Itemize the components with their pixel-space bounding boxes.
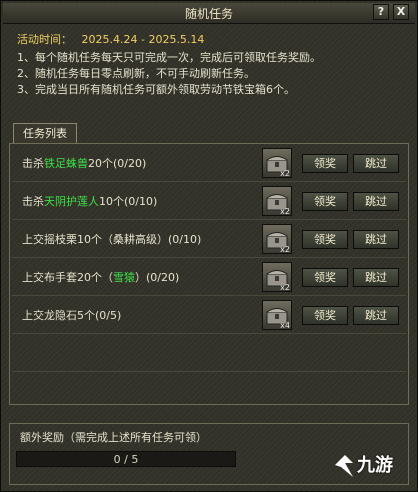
time-label: 活动时间：	[17, 33, 72, 46]
task-row: 上交龙隐石5个(0/5) x4 领奖 跳过	[12, 296, 406, 334]
title-bar[interactable]: 随机任务 ? X	[3, 3, 415, 24]
reward-chest-icon[interactable]: x2	[262, 224, 292, 254]
task-target: 雪猿	[113, 271, 135, 284]
extra-reward-progress: 0 / 5	[16, 451, 236, 467]
task-row: 上交布手套20个（雪猿）(0/20) x2 领奖 跳过	[12, 258, 406, 296]
task-text-prefix: 上交摇枝栗10个（桑耕高级）(0/10)	[22, 233, 202, 246]
task-text-prefix: 击杀	[22, 157, 44, 170]
task-text: 上交摇枝栗10个（桑耕高级）(0/10)	[22, 231, 201, 247]
claim-button[interactable]: 领奖	[302, 268, 348, 287]
extra-reward-label: 额外奖励（需完成上述所有任务可领）	[20, 431, 207, 444]
watermark-logo: 九游	[331, 451, 413, 485]
reward-quantity: x2	[280, 207, 290, 216]
task-target: 铁足蛛兽	[44, 157, 88, 170]
random-task-window: 随机任务 ? X 活动时间： 2025.4.24 - 2025.5.14 1、每…	[0, 0, 418, 492]
task-row: 击杀铁足蛛兽20个(0/20) x2 领奖 跳过	[12, 144, 406, 182]
claim-button[interactable]: 领奖	[302, 154, 348, 173]
task-list: 击杀铁足蛛兽20个(0/20) x2 领奖 跳过 击杀天阴护莲人10个(0/10…	[9, 143, 409, 405]
skip-button[interactable]: 跳过	[353, 268, 399, 287]
reward-quantity: x2	[280, 169, 290, 178]
task-text: 上交龙隐石5个(0/5)	[22, 307, 121, 323]
reward-chest-icon[interactable]: x2	[262, 262, 292, 292]
tab-task-list[interactable]: 任务列表	[13, 123, 77, 143]
window-title: 随机任务	[184, 7, 233, 21]
watermark-text: 九游	[357, 455, 393, 476]
task-text-suffix: 10个(0/10)	[99, 195, 158, 208]
reward-quantity: x2	[280, 245, 290, 254]
rule-line: 1、每个随机任务每天只可完成一次，完成后可领取任务奖励。	[17, 51, 321, 64]
tab-bar: 任务列表	[5, 123, 413, 143]
task-text: 击杀天阴护莲人10个(0/10)	[22, 193, 157, 209]
reward-chest-icon[interactable]: x4	[262, 300, 292, 330]
skip-button[interactable]: 跳过	[353, 230, 399, 249]
info-header: 活动时间： 2025.4.24 - 2025.5.14 1、每个随机任务每天只可…	[5, 25, 413, 121]
task-text-prefix: 上交布手套20个（	[22, 271, 113, 284]
claim-button[interactable]: 领奖	[302, 306, 348, 325]
task-row: 上交摇枝栗10个（桑耕高级）(0/10) x2 领奖 跳过	[12, 220, 406, 258]
reward-chest-icon[interactable]: x2	[262, 148, 292, 178]
task-row: 击杀天阴护莲人10个(0/10) x2 领奖 跳过	[12, 182, 406, 220]
task-text: 上交布手套20个（雪猿）(0/20)	[22, 269, 179, 285]
task-text-suffix: 20个(0/20)	[88, 157, 147, 170]
activity-time: 活动时间： 2025.4.24 - 2025.5.14	[17, 31, 204, 47]
rule-line: 2、随机任务每日零点刷新，不可手动刷新任务。	[17, 67, 255, 80]
rule-line: 3、完成当日所有随机任务可额外领取劳动节铁宝箱6个。	[17, 83, 295, 96]
task-text: 击杀铁足蛛兽20个(0/20)	[22, 155, 146, 171]
task-text-prefix: 上交龙隐石5个(0/5)	[22, 309, 122, 322]
claim-button[interactable]: 领奖	[302, 230, 348, 249]
skip-button[interactable]: 跳过	[353, 192, 399, 211]
progress-text: 0 / 5	[113, 453, 139, 466]
close-button[interactable]: X	[393, 4, 409, 20]
task-target: 天阴护莲人	[44, 195, 99, 208]
time-range: 2025.4.24 - 2025.5.14	[81, 33, 205, 46]
help-button[interactable]: ?	[373, 4, 389, 20]
claim-button[interactable]: 领奖	[302, 192, 348, 211]
task-text-prefix: 击杀	[22, 195, 44, 208]
reward-quantity: x2	[280, 283, 290, 292]
reward-quantity: x4	[280, 321, 290, 330]
empty-row	[12, 334, 406, 372]
skip-button[interactable]: 跳过	[353, 306, 399, 325]
task-text-suffix: ）(0/20)	[135, 271, 180, 284]
skip-button[interactable]: 跳过	[353, 154, 399, 173]
reward-chest-icon[interactable]: x2	[262, 186, 292, 216]
